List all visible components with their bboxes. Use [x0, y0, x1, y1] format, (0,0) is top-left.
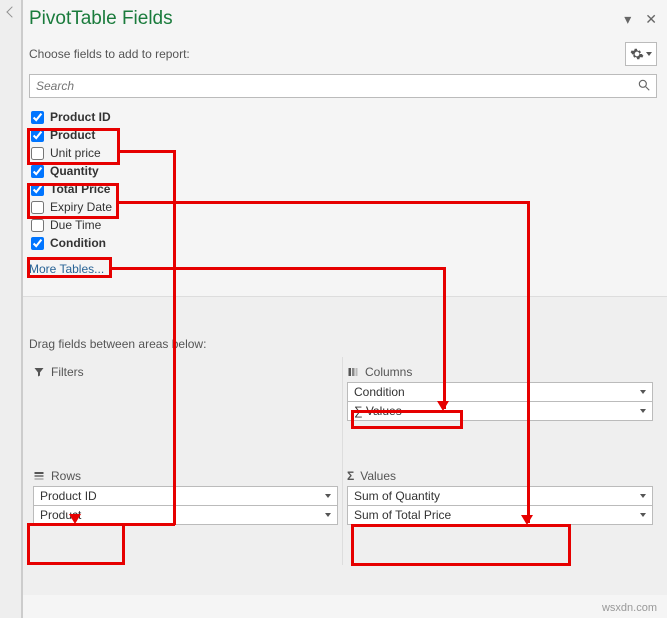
- columns-area[interactable]: Columns Condition ∑ Values: [343, 357, 657, 461]
- pill-label: ∑ Values: [354, 404, 402, 418]
- search-input[interactable]: [29, 74, 657, 98]
- field-row[interactable]: Product ID: [29, 108, 657, 126]
- area-field-pill[interactable]: Product ID: [33, 486, 338, 506]
- filter-icon: [33, 366, 45, 378]
- watermark: wsxdn.com: [602, 602, 657, 614]
- pill-label: Product: [40, 508, 81, 522]
- subtitle: Choose fields to add to report:: [29, 47, 190, 61]
- chevron-down-icon: [325, 513, 331, 517]
- close-icon[interactable]: ✕: [645, 11, 657, 28]
- field-checkbox[interactable]: [31, 111, 44, 124]
- search-icon: [637, 78, 651, 92]
- chevron-down-icon: [640, 390, 646, 394]
- fields-list: Product ID Product Unit price Quantity Total…: [23, 108, 667, 252]
- pill-label: Sum of Total Price: [354, 508, 451, 522]
- rows-icon: [33, 470, 45, 482]
- field-row[interactable]: Unit price: [29, 144, 657, 162]
- field-label: Quantity: [50, 164, 99, 178]
- filters-title: Filters: [51, 365, 84, 379]
- rows-title: Rows: [51, 469, 81, 483]
- tools-button[interactable]: [625, 42, 657, 66]
- filters-area[interactable]: Filters: [29, 357, 343, 461]
- pane-resize-handle[interactable]: [0, 0, 22, 618]
- sigma-icon: Σ: [347, 469, 354, 483]
- field-checkbox[interactable]: [31, 219, 44, 232]
- field-checkbox[interactable]: [31, 201, 44, 214]
- field-label: Product ID: [50, 110, 111, 124]
- gear-icon: [630, 47, 644, 61]
- pane-title: PivotTable Fields: [29, 8, 173, 30]
- columns-title: Columns: [365, 365, 412, 379]
- field-checkbox[interactable]: [31, 183, 44, 196]
- area-field-pill[interactable]: Condition: [347, 382, 653, 402]
- field-row[interactable]: Product: [29, 126, 657, 144]
- chevron-down-icon: [646, 52, 652, 56]
- chevron-down-icon: [325, 494, 331, 498]
- rows-area[interactable]: Rows Product ID Product: [29, 461, 343, 565]
- columns-icon: [347, 366, 359, 378]
- pill-label: Condition: [354, 385, 405, 399]
- field-row[interactable]: Condition: [29, 234, 657, 252]
- field-row[interactable]: Due Time: [29, 216, 657, 234]
- field-checkbox[interactable]: [31, 147, 44, 160]
- field-label: Unit price: [50, 146, 101, 160]
- move-handle-icon[interactable]: ▾: [624, 11, 631, 28]
- area-field-pill[interactable]: Product: [33, 505, 338, 525]
- more-tables-link[interactable]: More Tables...: [29, 262, 667, 276]
- pivottable-fields-pane: PivotTable Fields ▾ ✕ Choose fields to a…: [22, 0, 667, 618]
- chevron-down-icon: [640, 409, 646, 413]
- field-row[interactable]: Expiry Date: [29, 198, 657, 216]
- field-checkbox[interactable]: [31, 165, 44, 178]
- area-field-pill[interactable]: Sum of Quantity: [347, 486, 653, 506]
- field-row[interactable]: Total Price: [29, 180, 657, 198]
- field-label: Expiry Date: [50, 200, 112, 214]
- field-row[interactable]: Quantity: [29, 162, 657, 180]
- values-area[interactable]: Σ Values Sum of Quantity Sum of Total Pric…: [343, 461, 657, 565]
- area-field-pill[interactable]: Sum of Total Price: [347, 505, 653, 525]
- values-title: Values: [360, 469, 396, 483]
- drag-label: Drag fields between areas below:: [23, 296, 667, 357]
- pill-label: Sum of Quantity: [354, 489, 440, 503]
- field-label: Due Time: [50, 218, 101, 232]
- area-field-pill[interactable]: ∑ Values: [347, 401, 653, 421]
- field-checkbox[interactable]: [31, 129, 44, 142]
- field-label: Product: [50, 128, 95, 142]
- field-checkbox[interactable]: [31, 237, 44, 250]
- field-label: Total Price: [50, 182, 110, 196]
- field-label: Condition: [50, 236, 106, 250]
- chevron-down-icon: [640, 494, 646, 498]
- pill-label: Product ID: [40, 489, 97, 503]
- chevron-down-icon: [640, 513, 646, 517]
